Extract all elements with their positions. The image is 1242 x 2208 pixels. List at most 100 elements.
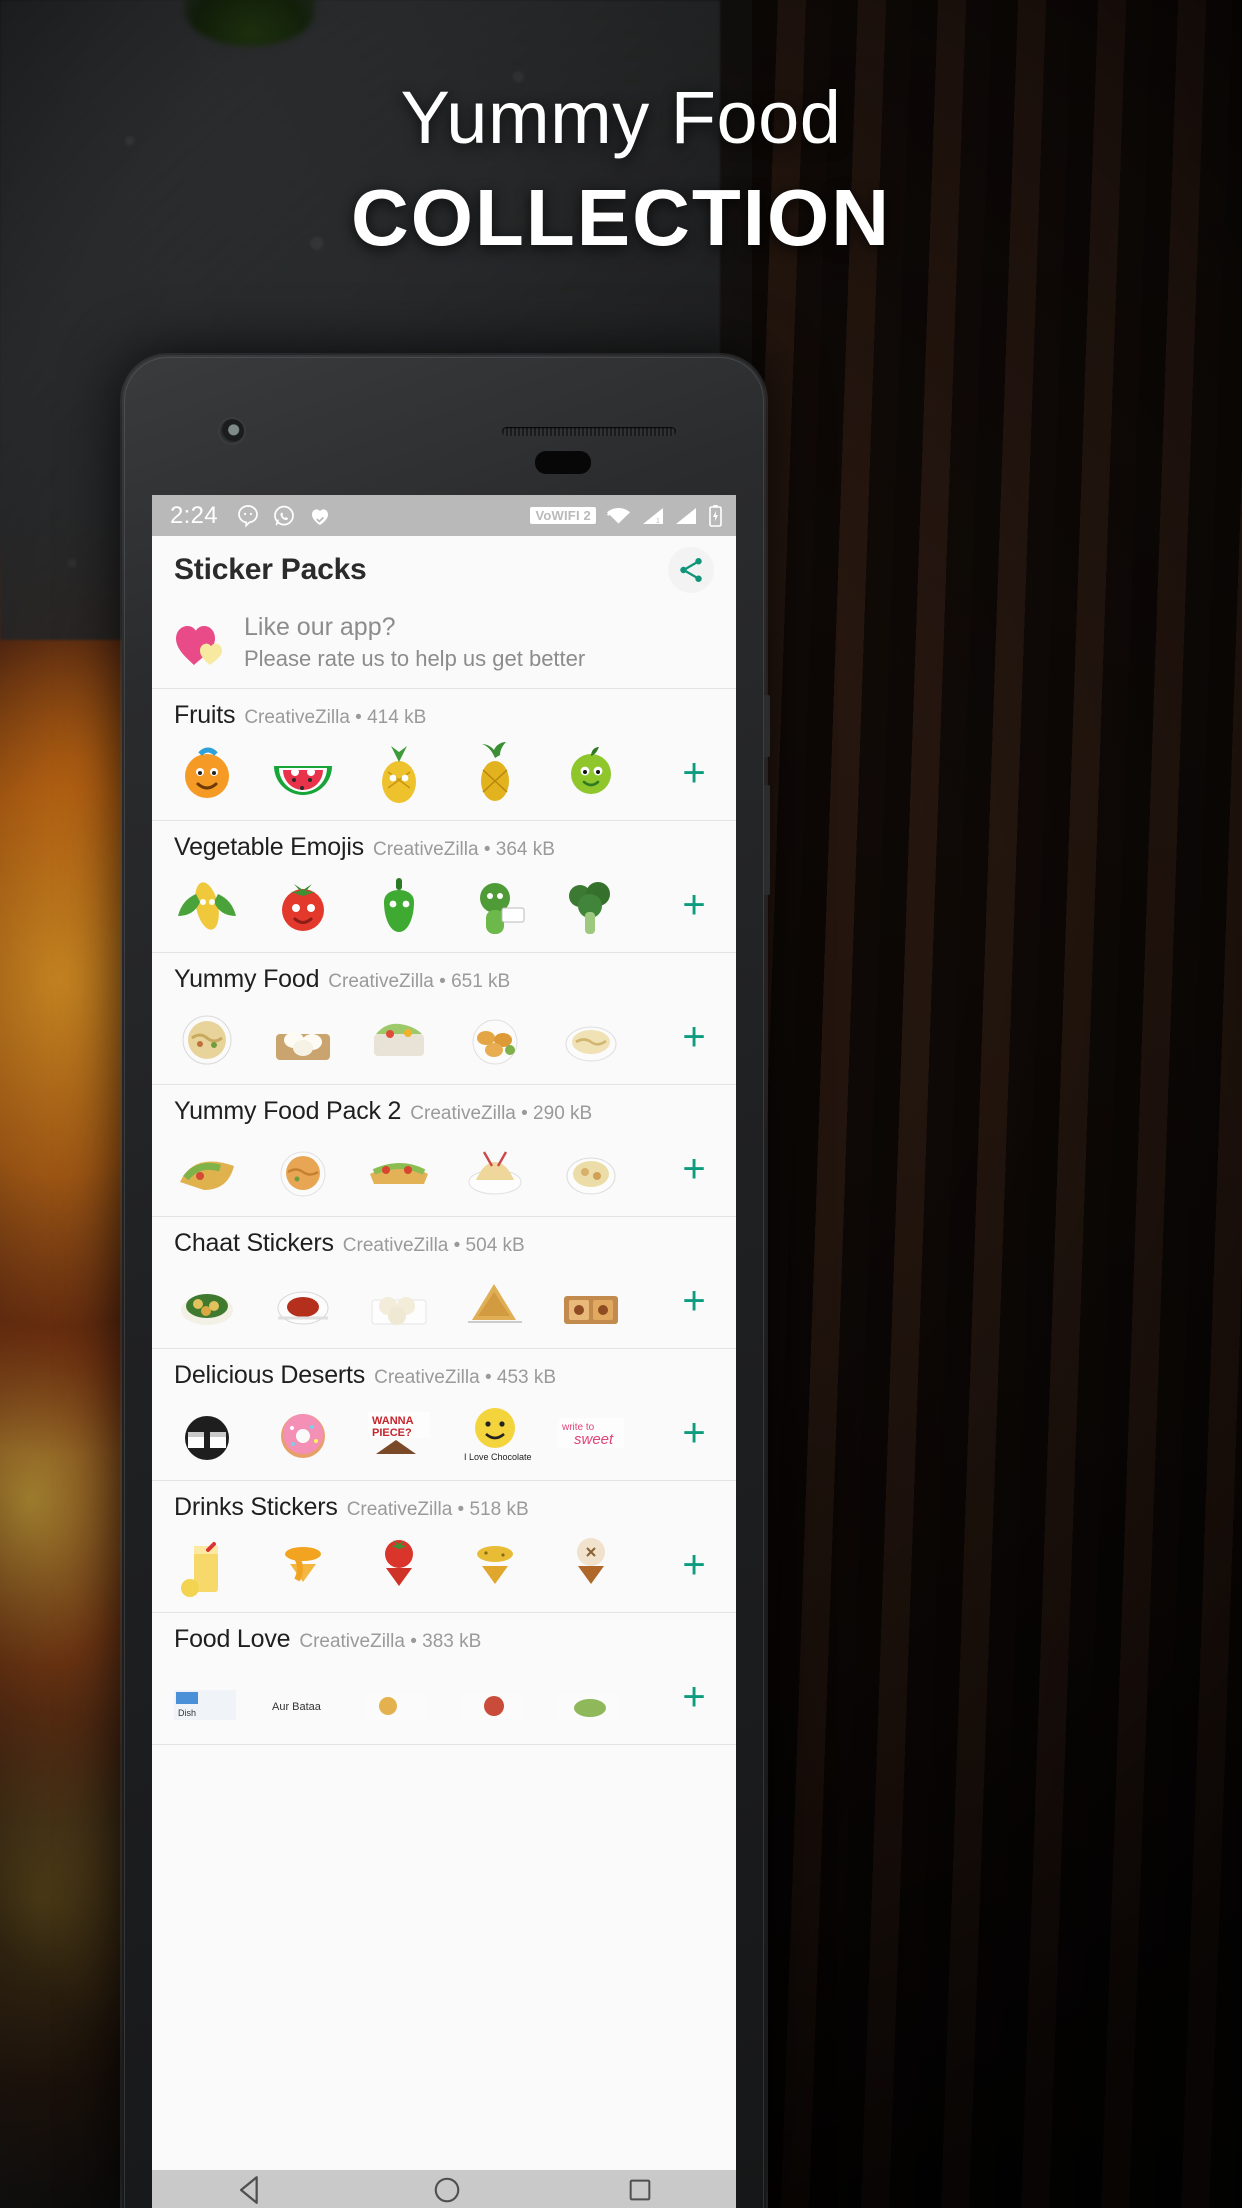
tomato-sticker bbox=[266, 868, 340, 942]
sticker-pack-row[interactable]: Food Love CreativeZilla • 383 kB Dish Aur B… bbox=[152, 1613, 736, 1745]
broccoli-sticker-glyph bbox=[569, 882, 610, 934]
pack-name: Drinks Stickers bbox=[174, 1493, 338, 1521]
share-button[interactable] bbox=[668, 547, 714, 593]
lemonade-glass-sticker-glyph bbox=[181, 1542, 218, 1597]
pack-name: Vegetable Emojis bbox=[174, 833, 364, 861]
sticker-pack-list[interactable]: Fruits CreativeZilla • 414 kB + Vegetable E… bbox=[152, 689, 736, 1745]
pack-header: Food Love CreativeZilla • 383 kB bbox=[152, 1625, 736, 1654]
sticker-pack-row[interactable]: Drinks Stickers CreativeZilla • 518 kB + bbox=[152, 1481, 736, 1613]
pack-preview-row: + bbox=[152, 994, 736, 1074]
wanna-piece-sticker: WANNA PIECE? bbox=[362, 1396, 436, 1470]
green-apple-sticker bbox=[554, 736, 628, 810]
add-pack-button[interactable]: + bbox=[666, 875, 722, 935]
sticker-pack-row[interactable]: Delicious Deserts CreativeZilla • 453 kB W… bbox=[152, 1349, 736, 1481]
pack-header: Yummy Food CreativeZilla • 651 kB bbox=[152, 965, 736, 994]
food-love-sticker-3 bbox=[362, 1660, 436, 1734]
pack-meta: CreativeZilla • 364 kB bbox=[372, 839, 555, 860]
sticker-thumbnails bbox=[170, 1132, 666, 1206]
heart-icon bbox=[174, 619, 228, 667]
pack-name: Yummy Food Pack 2 bbox=[174, 1097, 402, 1125]
samosa-sticker bbox=[458, 1264, 532, 1338]
home-button[interactable] bbox=[432, 2175, 462, 2208]
salad-wrap-sticker bbox=[362, 1000, 436, 1074]
poster-headline: Yummy Food COLLECTION bbox=[0, 70, 1242, 270]
sticker-pack-row[interactable]: Chaat Stickers CreativeZilla • 504 kB + bbox=[152, 1217, 736, 1349]
pack-header: Fruits CreativeZilla • 414 kB bbox=[152, 701, 736, 730]
add-pack-button[interactable]: + bbox=[666, 1403, 722, 1463]
nuggets-sticker-glyph bbox=[472, 1019, 518, 1065]
svg-text:1: 1 bbox=[656, 518, 660, 525]
rate-banner-subtitle: Please rate us to help us get better bbox=[244, 646, 586, 671]
pack-header: Chaat Stickers CreativeZilla • 504 kB bbox=[152, 1229, 736, 1258]
pack-preview-row: + bbox=[152, 1258, 736, 1338]
noodle-bowl-sticker bbox=[170, 1000, 244, 1074]
food-love-sticker-5-glyph bbox=[558, 1694, 620, 1720]
pack-meta: CreativeZilla • 290 kB bbox=[410, 1103, 593, 1124]
sweets-box-sticker-glyph bbox=[564, 1296, 618, 1324]
add-pack-button[interactable]: + bbox=[666, 1139, 722, 1199]
sticker-thumbnails bbox=[170, 1528, 666, 1602]
pack-meta: CreativeZilla • 453 kB bbox=[374, 1367, 557, 1388]
status-bar-clock: 2:24 bbox=[170, 501, 218, 529]
pack-name: Delicious Deserts bbox=[174, 1361, 366, 1389]
add-pack-button[interactable]: + bbox=[666, 1271, 722, 1331]
pack-meta: CreativeZilla • 383 kB bbox=[299, 1631, 482, 1652]
pack-header: Vegetable Emojis CreativeZilla • 364 kB bbox=[152, 833, 736, 862]
orange-face-sticker-glyph bbox=[185, 747, 229, 798]
status-bar-notifications bbox=[236, 504, 332, 528]
add-pack-button[interactable]: + bbox=[666, 1667, 722, 1727]
pack-header: Delicious Deserts CreativeZilla • 453 kB bbox=[152, 1361, 736, 1390]
curry-bowl-sticker-glyph bbox=[277, 1291, 329, 1325]
battery-icon bbox=[709, 504, 722, 527]
headline-line-2: COLLECTION bbox=[351, 173, 891, 262]
add-pack-button[interactable]: + bbox=[666, 1535, 722, 1595]
pack-meta: CreativeZilla • 414 kB bbox=[244, 707, 427, 728]
wifi-icon bbox=[607, 507, 630, 523]
sticker-thumbnails bbox=[170, 736, 666, 810]
svg-text:Dish: Dish bbox=[178, 1708, 196, 1718]
sticker-pack-row[interactable]: Fruits CreativeZilla • 414 kB + bbox=[152, 689, 736, 821]
pineapple-juice-sticker bbox=[458, 1528, 532, 1602]
food-love-sticker-4 bbox=[458, 1660, 532, 1734]
svg-text:sweet: sweet bbox=[574, 1431, 614, 1448]
samosa-sticker-glyph bbox=[468, 1284, 522, 1323]
page-title: Sticker Packs bbox=[174, 553, 367, 586]
pack-header: Drinks Stickers CreativeZilla • 518 kB bbox=[152, 1493, 736, 1522]
add-pack-button[interactable]: + bbox=[666, 1007, 722, 1067]
rate-banner-title: Like our app? bbox=[244, 613, 396, 641]
wanna-piece-sticker-glyph: WANNAPIECE? bbox=[368, 1412, 430, 1454]
recents-button[interactable] bbox=[626, 2176, 654, 2208]
add-pack-button[interactable]: + bbox=[666, 743, 722, 803]
cake-slice-sticker bbox=[170, 1396, 244, 1470]
share-icon bbox=[680, 558, 702, 582]
rate-app-banner[interactable]: Like our app? Please rate us to help us … bbox=[152, 604, 736, 689]
tomato-juice-sticker bbox=[362, 1528, 436, 1602]
sticker-pack-row[interactable]: Vegetable Emojis CreativeZilla • 364 kB + bbox=[152, 821, 736, 953]
curry-bowl-sticker bbox=[266, 1264, 340, 1338]
taco-sticker bbox=[170, 1132, 244, 1206]
hangouts-icon bbox=[238, 504, 258, 528]
sticker-pack-row[interactable]: Yummy Food CreativeZilla • 651 kB + bbox=[152, 953, 736, 1085]
broccoli-sticker bbox=[554, 868, 628, 942]
lemonade-glass-sticker bbox=[170, 1528, 244, 1602]
sticker-pack-row[interactable]: Yummy Food Pack 2 CreativeZilla • 290 kB + bbox=[152, 1085, 736, 1217]
pineapple-character-sticker bbox=[362, 736, 436, 810]
soup-bowl-sticker bbox=[554, 1132, 628, 1206]
android-navigation-bar bbox=[152, 2170, 736, 2208]
watermelon-sticker-glyph bbox=[274, 766, 332, 795]
recents-square-icon bbox=[629, 2179, 651, 2201]
headline-line-1: Yummy Food bbox=[400, 76, 842, 159]
front-camera bbox=[218, 417, 246, 445]
pack-meta: CreativeZilla • 504 kB bbox=[342, 1235, 525, 1256]
back-button[interactable] bbox=[234, 2173, 268, 2208]
sticker-thumbnails: Dish Aur Bataa bbox=[170, 1660, 666, 1734]
dumpling-plate-sticker-glyph bbox=[276, 1032, 330, 1060]
status-bar-system-icons: VoWIFI 2 1 bbox=[530, 504, 724, 528]
heart-check-icon bbox=[311, 508, 328, 525]
food-love-sticker-5 bbox=[554, 1660, 628, 1734]
pasta-bowl-sticker-glyph bbox=[565, 1026, 617, 1062]
sticker-thumbnails: WANNA PIECE? I Love Chocolate write to sweet bbox=[170, 1396, 666, 1470]
noodles-plate-sticker bbox=[458, 1132, 532, 1206]
food-love-sticker-2: Aur Bataa bbox=[266, 1660, 340, 1734]
food-love-sticker-1: Dish bbox=[170, 1660, 244, 1734]
